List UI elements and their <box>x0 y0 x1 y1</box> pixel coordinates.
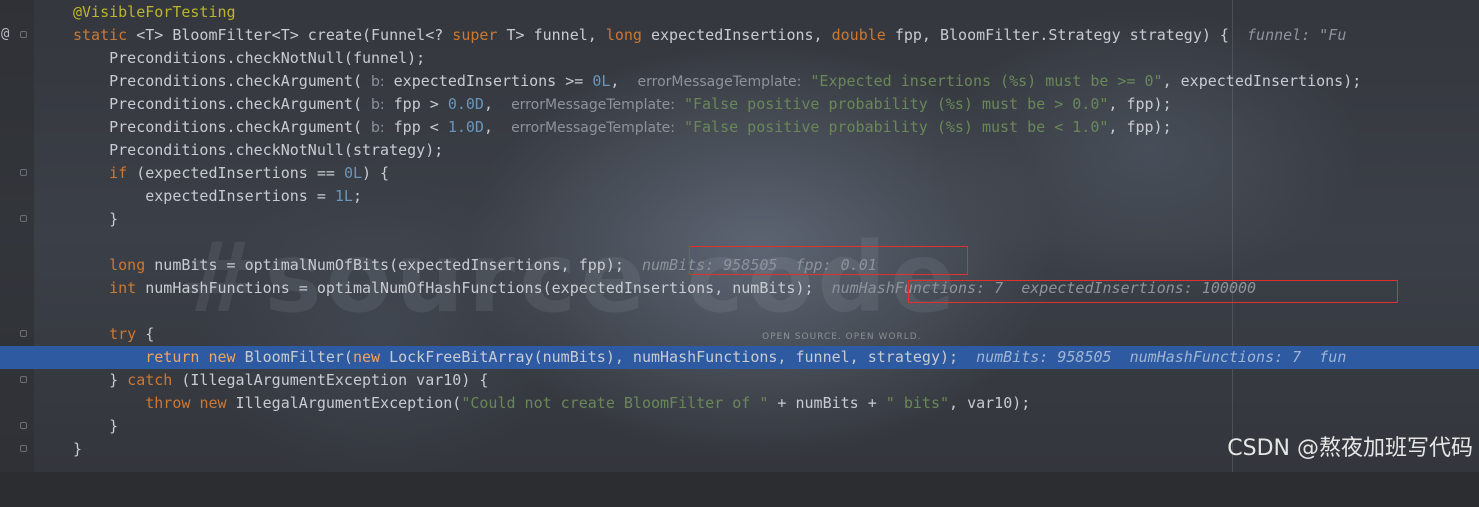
number-literal: 1.0D <box>447 118 484 136</box>
parameter-hint: b: <box>371 74 385 90</box>
code-text: T> funnel, <box>497 26 606 44</box>
keyword: new <box>352 348 381 366</box>
parameter-hint: b: <box>371 120 385 136</box>
code-text: } <box>73 210 119 228</box>
keyword: new <box>199 394 227 412</box>
keyword: long <box>73 256 146 274</box>
keyword: int <box>73 279 137 297</box>
code-line[interactable]: Preconditions.checkArgument( b: expected… <box>0 70 1479 93</box>
string-literal: "False positive probability (%s) must be… <box>683 95 1109 113</box>
code-text: Preconditions.checkArgument( <box>73 95 372 113</box>
code-text: expectedInsertions, <box>641 26 832 44</box>
code-text: + numBits + <box>768 394 886 412</box>
code-line[interactable]: } <box>0 208 1479 231</box>
code-line[interactable]: } catch (IllegalArgumentException var10)… <box>0 369 1479 392</box>
string-literal: "Expected insertions (%s) must be >= 0" <box>810 72 1163 90</box>
code-text: (IllegalArgumentException var10) { <box>172 371 489 389</box>
keyword: try <box>73 325 137 343</box>
code-editor[interactable]: #source code OPEN SOURCE. OPEN WORLD. @ … <box>0 0 1479 472</box>
code-text: ; <box>352 187 362 205</box>
code-line[interactable]: throw new IllegalArgumentException("Coul… <box>0 392 1479 415</box>
code-text: Preconditions.checkNotNull(funnel); <box>73 49 426 67</box>
code-line[interactable]: @VisibleForTesting <box>0 1 1479 24</box>
current-execution-line[interactable]: return new BloomFilter(new LockFreeBitAr… <box>0 346 1479 369</box>
number-literal: 0.0D <box>447 95 484 113</box>
keyword: long <box>605 26 642 44</box>
code-text: ) { <box>362 164 390 182</box>
code-text: Preconditions.checkNotNull(strategy); <box>73 141 444 159</box>
code-text: expectedInsertions >= <box>384 72 593 90</box>
code-text: fpp, BloomFilter.Strategy strategy) { <box>885 26 1248 44</box>
parameter-hint: errorMessageTemplate: <box>511 97 675 113</box>
parameter-hint: b: <box>371 97 385 113</box>
code-text: LockFreeBitArray(numBits), numHashFuncti… <box>380 348 977 366</box>
code-text: } <box>73 440 83 458</box>
code-text: , <box>483 118 512 136</box>
code-text: IllegalArgumentException( <box>226 394 462 412</box>
number-literal: 0L <box>592 72 611 90</box>
code-text: , expectedInsertions); <box>1162 72 1362 90</box>
number-literal: 1L <box>334 187 353 205</box>
code-line[interactable]: expectedInsertions = 1L; <box>0 185 1479 208</box>
parameter-hint: errorMessageTemplate: <box>637 74 802 90</box>
parameter-hint: errorMessageTemplate: <box>511 120 675 136</box>
keyword: super <box>452 26 498 44</box>
code-text: fpp > <box>384 95 448 113</box>
code-text: , <box>610 72 638 90</box>
debug-inline-value: funnel: "Fu <box>1247 26 1347 44</box>
code-text: <T> BloomFilter<T> create(Funnel<? <box>127 26 453 44</box>
code-line[interactable]: Preconditions.checkArgument( b: fpp < 1.… <box>0 116 1479 139</box>
string-literal: "False positive probability (%s) must be… <box>683 118 1109 136</box>
code-text: } <box>73 371 128 389</box>
string-literal: "Could not create BloomFilter of " <box>461 394 769 412</box>
keyword: throw <box>73 394 191 412</box>
code-text: , fpp); <box>1108 95 1172 113</box>
code-line[interactable]: Preconditions.checkNotNull(funnel); <box>0 47 1479 70</box>
debug-value-highlight-box <box>689 246 968 275</box>
code-line[interactable]: static <T> BloomFilter<T> create(Funnel<… <box>0 24 1479 47</box>
keyword: double <box>831 26 886 44</box>
keyword: catch <box>127 371 173 389</box>
keyword: new <box>208 348 236 366</box>
keyword: static <box>73 26 128 44</box>
code-text: numBits = optimalNumOfBits(expectedInser… <box>145 256 642 274</box>
csdn-watermark: CSDN @熬夜加班写代码 <box>1227 436 1473 461</box>
annotation: @VisibleForTesting <box>73 3 236 21</box>
code-line[interactable]: Preconditions.checkNotNull(strategy); <box>0 139 1479 162</box>
keyword: if <box>73 164 128 182</box>
code-text: numHashFunctions = optimalNumOfHashFunct… <box>136 279 832 297</box>
code-text: { <box>136 325 155 343</box>
number-literal: 0L <box>343 164 362 182</box>
code-text: fpp < <box>384 118 448 136</box>
code-text: expectedInsertions = <box>73 187 335 205</box>
code-text: , <box>483 95 512 113</box>
code-line[interactable]: if (expectedInsertions == 0L) { <box>0 162 1479 185</box>
code-line[interactable]: try { <box>0 323 1479 346</box>
code-text: , var10); <box>949 394 1031 412</box>
code-text: Preconditions.checkArgument( <box>73 118 372 136</box>
code-line[interactable]: Preconditions.checkArgument( b: fpp > 0.… <box>0 93 1479 116</box>
keyword: return <box>73 348 200 366</box>
debug-value-highlight-box <box>908 280 1398 303</box>
debug-inline-value: numBits: 958505 numHashFunctions: 7 fun <box>976 348 1347 366</box>
code-text: BloomFilter( <box>235 348 353 366</box>
code-text: Preconditions.checkArgument( <box>73 72 372 90</box>
code-text: , fpp); <box>1108 118 1172 136</box>
code-text: } <box>73 417 119 435</box>
string-literal: " bits" <box>885 394 950 412</box>
code-text: (expectedInsertions == <box>127 164 344 182</box>
